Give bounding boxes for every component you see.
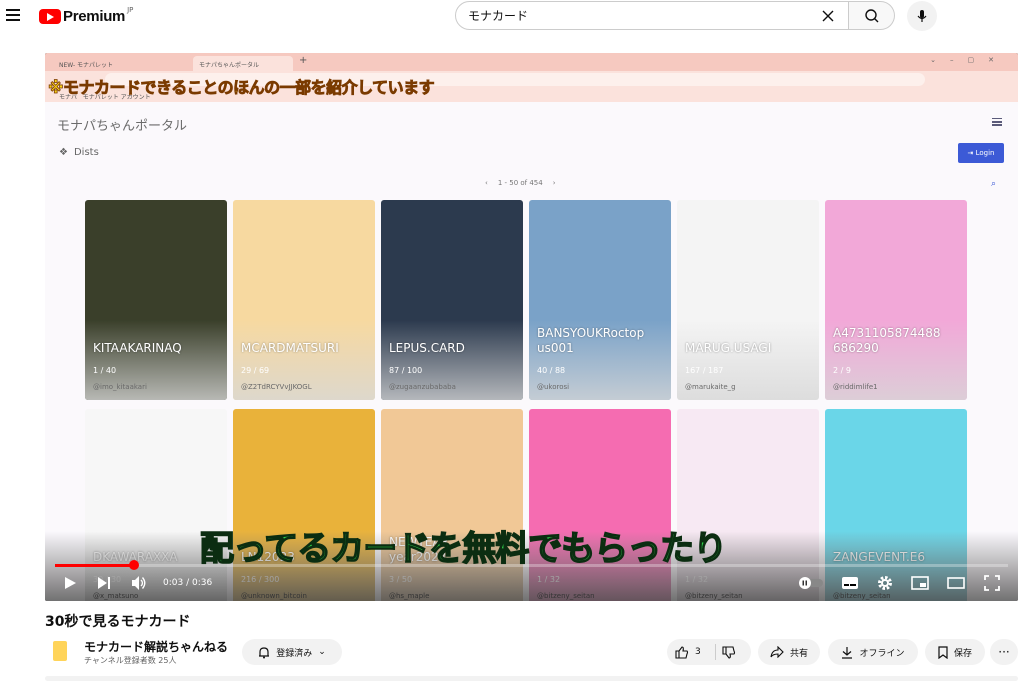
fullscreen-icon[interactable] (984, 575, 1000, 591)
top-bar: Premium JP モナカード (0, 0, 1024, 34)
search-bar: モナカード (455, 1, 897, 30)
menu-icon[interactable] (6, 9, 20, 21)
time-display: 0:03 / 0:36 (163, 578, 213, 588)
card-owner: @imo_kitaakari (93, 383, 147, 391)
prev-page-icon: ‹ (485, 179, 488, 187)
card-item: KITAAKARINAQ 1 / 40 @imo_kitaakari (85, 200, 227, 400)
search-value: モナカード (468, 9, 529, 23)
dists-icon: ❖ (59, 147, 68, 158)
card-name: BANSYOUKRoctop us001 (537, 326, 645, 355)
card-item: A4731105874488 686290 2 / 9 @riddimlife1 (825, 200, 967, 400)
card-count: 167 / 187 (685, 366, 724, 375)
share-button[interactable]: 共有 (758, 639, 820, 665)
subscribed-button[interactable]: 登録済み ⌄ (242, 639, 342, 665)
dists-label: Dists (73, 147, 99, 158)
player-controls: 0:03 / 0:36 (45, 571, 1018, 597)
volume-icon[interactable] (131, 575, 147, 591)
dists-section: ❖ Dists (59, 147, 99, 158)
video-player[interactable]: NEW- モナパレット モナパちゃんポータル + ⌄–▢✕ モナパ モナパレット… (45, 53, 1018, 601)
like-dislike-group: 3 (667, 639, 751, 665)
more-icon: ··· (998, 645, 1010, 659)
card-name: LEPUS.CARD (389, 341, 465, 355)
logo-region: JP (127, 5, 134, 14)
subscriber-count: チャンネル登録者数 25人 (84, 656, 177, 665)
browser-tab-strip: NEW- モナパレット モナパちゃんポータル + ⌄–▢✕ (45, 53, 1018, 71)
card-owner: @riddimlife1 (833, 383, 878, 391)
autoplay-toggle-icon[interactable] (799, 577, 825, 589)
dislike-icon[interactable] (722, 645, 736, 659)
settings-icon[interactable] (877, 575, 893, 591)
subtitles-icon[interactable] (841, 576, 859, 590)
card-name: MCARDMATSURI (241, 341, 339, 355)
window-controls-icon: ⌄–▢✕ (930, 56, 1008, 64)
video-title: 30秒で見るモナカード (45, 614, 191, 630)
subscribed-label: 登録済み (276, 648, 313, 659)
browser-tab-active: モナパちゃんポータル (193, 56, 293, 71)
card-owner: @zugaanzubababa (389, 383, 456, 391)
card-count: 40 / 88 (537, 366, 566, 375)
theater-mode-icon[interactable] (947, 577, 965, 589)
card-owner: @ukorosi (537, 383, 570, 391)
search-button[interactable] (849, 1, 895, 30)
play-logo-icon (39, 9, 61, 24)
card-count: 87 / 100 (389, 366, 423, 375)
page-search-icon: ⌕ (990, 179, 996, 189)
youtube-logo[interactable]: Premium JP (39, 5, 134, 25)
pager-label: 1 - 50 of 454 (497, 179, 543, 187)
offline-button[interactable]: オフライン (828, 639, 918, 665)
card-name: MARUG.USAGI (685, 341, 772, 355)
mic-icon (917, 10, 927, 22)
card-item: BANSYOUKRoctop us001 40 / 88 @ukorosi (529, 200, 671, 400)
channel-name[interactable]: モナカード解説ちゃんねる (84, 638, 228, 655)
site-menu-icon (992, 118, 1002, 126)
card-item: LEPUS.CARD 87 / 100 @zugaanzubababa (381, 200, 523, 400)
share-label: 共有 (789, 648, 808, 659)
divider (714, 644, 716, 660)
card-item: MCARDMATSURI 29 / 69 @Z2TdRCYVvJJKOGL (233, 200, 375, 400)
save-label: 保存 (953, 648, 972, 659)
download-icon (842, 646, 853, 659)
card-item: MARUG.USAGI 167 / 187 @marukaite_g (677, 200, 819, 400)
like-icon[interactable] (675, 645, 689, 659)
new-tab-icon: + (299, 55, 308, 66)
play-icon[interactable] (63, 576, 77, 590)
save-button[interactable]: 保存 (925, 639, 985, 665)
progress-fill (55, 564, 135, 567)
card-count: 1 / 40 (93, 366, 117, 375)
login-button: ⇥ Login (958, 143, 1004, 163)
next-page-icon: › (552, 179, 556, 187)
card-owner: @Z2TdRCYVvJJKOGL (241, 383, 312, 391)
card-owner: @marukaite_g (685, 383, 736, 391)
miniplayer-icon[interactable] (911, 576, 929, 590)
login-label: Login (975, 149, 995, 157)
description-box-edge (45, 676, 1018, 681)
card-name: KITAAKARINAQ (93, 341, 182, 355)
card-count: 2 / 9 (833, 366, 851, 375)
pager: ‹ 1 - 50 of 454 › (485, 179, 556, 187)
channel-avatar[interactable] (53, 641, 67, 661)
bookmark-icon (938, 645, 948, 659)
bell-icon (259, 646, 270, 658)
search-input[interactable]: モナカード (455, 1, 849, 30)
caption-bottom: 配ってるカードを無料でもらったり (199, 528, 728, 570)
browser-tab: NEW- モナパレット (59, 62, 114, 69)
card-name: A4731105874488 686290 (833, 326, 941, 355)
site-title: モナパちゃんポータル (57, 119, 188, 134)
progress-bar[interactable] (55, 564, 1008, 567)
next-icon[interactable] (97, 576, 111, 590)
clear-icon[interactable] (820, 8, 836, 24)
card-count: 29 / 69 (241, 366, 270, 375)
search-icon (864, 8, 878, 22)
login-icon: ⇥ (967, 149, 974, 157)
chevron-down-icon: ⌄ (318, 647, 326, 657)
more-actions-button[interactable]: ··· (990, 639, 1018, 665)
share-icon (770, 646, 784, 658)
voice-search-button[interactable] (907, 1, 937, 31)
offline-label: オフライン (859, 648, 905, 659)
logo-text: Premium (63, 8, 126, 25)
like-count: 3 (695, 647, 701, 657)
caption-top: ※モナカードできることのほんの一部を紹介しています (48, 78, 435, 98)
